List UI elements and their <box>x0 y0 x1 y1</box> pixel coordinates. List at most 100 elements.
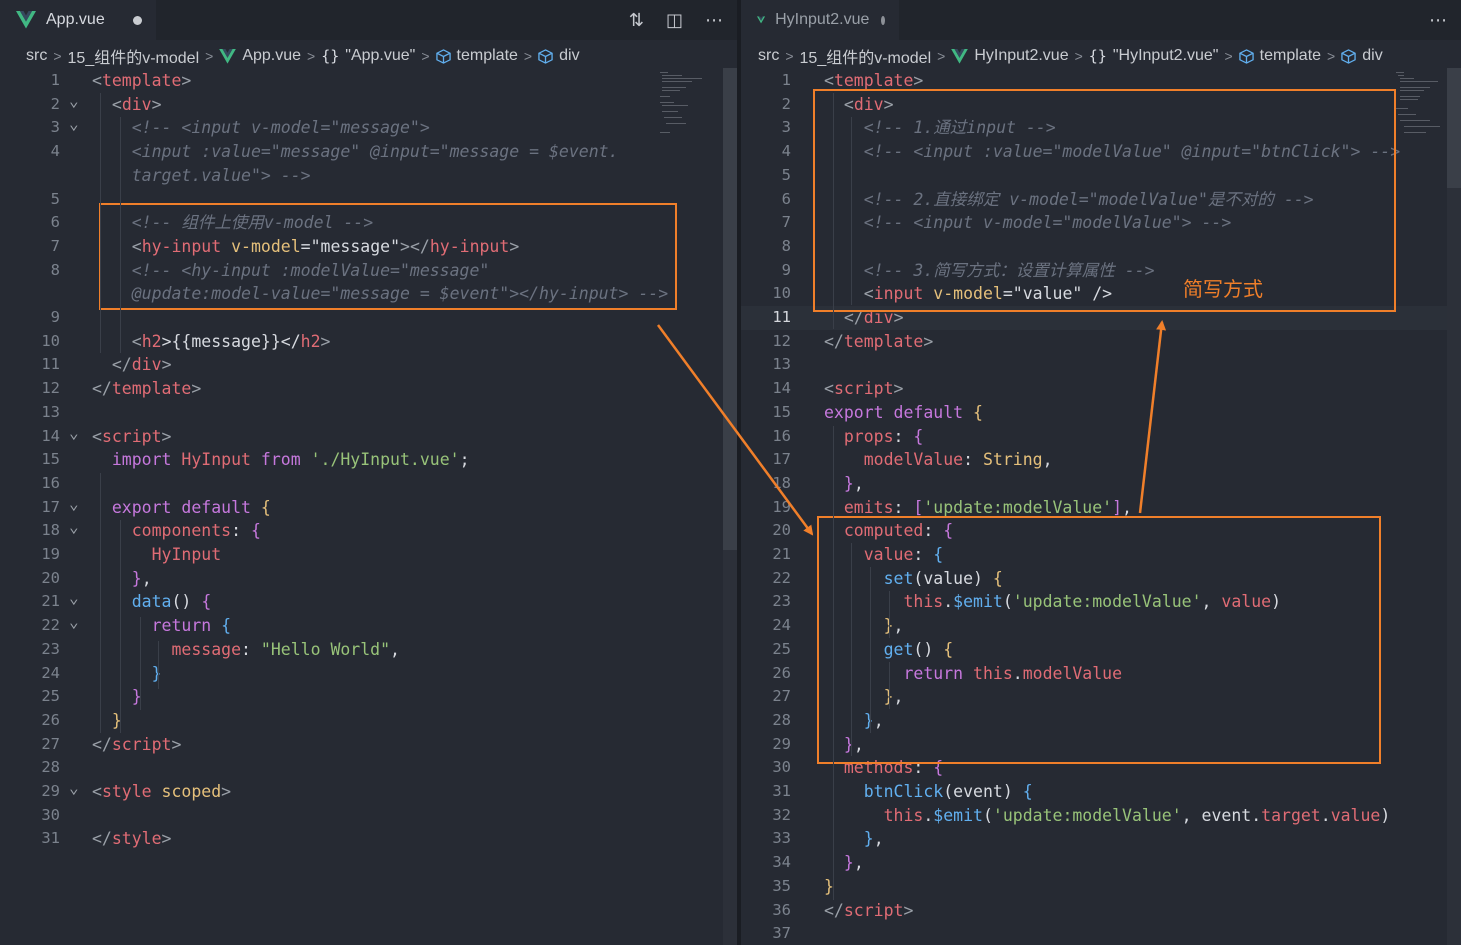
code-token <box>92 498 112 517</box>
tab-hyinput2-vue[interactable]: HyInput2.vue <box>741 0 899 40</box>
breadcrumb-item[interactable]: div <box>559 47 579 65</box>
fold-chevron-icon[interactable]: ⌄ <box>69 586 79 610</box>
indent-guide <box>851 543 852 756</box>
code-line[interactable]: 15export default { <box>741 401 1461 425</box>
code-line[interactable]: 4 <input :value="message" @input="messag… <box>0 140 737 164</box>
chevron-right-icon: > <box>1075 48 1083 64</box>
code-line[interactable]: 2⌄ <div> <box>0 93 737 117</box>
breadcrumb-item[interactable]: HyInput2.vue <box>974 47 1068 65</box>
code-line[interactable]: 20 }, <box>0 567 737 591</box>
code-line[interactable]: 28 <box>0 756 737 780</box>
code-token: </ <box>92 735 112 754</box>
breadcrumb: src> 15_组件的v-model> HyInput2.vue> {} "Hy… <box>741 44 1461 68</box>
unsaved-dot-icon[interactable] <box>881 16 885 25</box>
breadcrumb-item[interactable]: src <box>26 47 47 65</box>
code-line[interactable]: target.value"> --> <box>0 164 737 188</box>
code-line[interactable]: 32 this.$emit('update:modelValue', event… <box>741 804 1461 828</box>
more-actions-icon[interactable]: ⋯ <box>1429 10 1447 31</box>
code-line[interactable]: 35} <box>741 875 1461 899</box>
code-line[interactable]: 1<template> <box>0 69 737 93</box>
code-line[interactable]: 22⌄ return { <box>0 614 737 638</box>
code-line[interactable]: 19 HyInput <box>0 543 737 567</box>
code-line[interactable]: 18 }, <box>741 472 1461 496</box>
indent-guide <box>100 93 101 353</box>
code-line[interactable]: 34 }, <box>741 851 1461 875</box>
breadcrumb-item[interactable]: 15_组件的v-model <box>68 44 200 68</box>
fold-chevron-icon[interactable]: ⌄ <box>69 89 79 113</box>
code-line[interactable]: 24 } <box>0 662 737 686</box>
fold-chevron-icon[interactable]: ⌄ <box>69 492 79 516</box>
compare-changes-icon[interactable]: ⇅ <box>629 10 644 31</box>
code-line[interactable]: 33 }, <box>741 827 1461 851</box>
code-line[interactable]: 16 props: { <box>741 425 1461 449</box>
code-line[interactable]: 12</template> <box>0 377 737 401</box>
code-token: div <box>122 95 152 114</box>
breadcrumb-item[interactable]: "HyInput2.vue" <box>1113 47 1219 65</box>
scroll-thumb[interactable] <box>723 68 737 550</box>
code-line[interactable]: 30 <box>0 804 737 828</box>
fold-chevron-icon[interactable]: ⌄ <box>69 776 79 800</box>
fold-chevron-icon[interactable]: ⌄ <box>69 610 79 634</box>
more-actions-icon[interactable]: ⋯ <box>705 10 723 31</box>
breadcrumb-item[interactable]: template <box>1260 47 1321 65</box>
code-token: > <box>221 782 231 801</box>
line-number: 2 <box>0 93 60 117</box>
code-line[interactable]: 17⌄ export default { <box>0 496 737 520</box>
code-token: </ <box>824 901 844 920</box>
vertical-scrollbar[interactable] <box>723 68 737 945</box>
breadcrumb-item[interactable]: src <box>758 47 779 65</box>
cube-icon <box>538 49 553 64</box>
breadcrumb-item[interactable]: template <box>457 47 518 65</box>
line-number: 18 <box>0 519 60 543</box>
code-token: modelValue <box>864 450 963 469</box>
tab-app-vue[interactable]: App.vue <box>0 0 156 40</box>
code-line[interactable]: 27</script> <box>0 733 737 757</box>
scroll-thumb[interactable] <box>1447 68 1461 188</box>
breadcrumb-item[interactable]: App.vue <box>242 47 301 65</box>
fold-chevron-icon[interactable]: ⌄ <box>69 421 79 445</box>
breadcrumb-item[interactable]: "App.vue" <box>345 47 415 65</box>
code-line[interactable]: 15 import HyInput from './HyInput.vue'; <box>0 448 737 472</box>
code-token: components <box>132 521 231 540</box>
code-line[interactable]: 31</style> <box>0 827 737 851</box>
code-line[interactable]: 21⌄ data() { <box>0 590 737 614</box>
unsaved-dot-icon[interactable] <box>133 16 142 25</box>
code-token: </ <box>92 379 112 398</box>
breadcrumb-item[interactable]: 15_组件的v-model <box>800 44 932 68</box>
code-line[interactable]: 26 } <box>0 709 737 733</box>
code-token: script <box>102 427 162 446</box>
code-line[interactable]: 13 <box>741 353 1461 377</box>
code-line[interactable]: 31 btnClick(event) { <box>741 780 1461 804</box>
code-text: props: { <box>824 425 923 449</box>
line-number: 6 <box>741 188 791 212</box>
code-line[interactable]: 12</template> <box>741 330 1461 354</box>
breadcrumb-item[interactable]: div <box>1362 47 1382 65</box>
code-line[interactable]: 25 } <box>0 685 737 709</box>
code-line[interactable]: 36</script> <box>741 899 1461 923</box>
line-number: 5 <box>0 188 60 212</box>
code-line[interactable]: 10 <h2>{{message}}</h2> <box>0 330 737 354</box>
code-line[interactable]: 37 <box>741 922 1461 945</box>
code-line[interactable]: 23 message: "Hello World", <box>0 638 737 662</box>
code-line[interactable]: 16 <box>0 472 737 496</box>
code-line[interactable]: 14<script> <box>741 377 1461 401</box>
code-line[interactable]: 14⌄<script> <box>0 425 737 449</box>
code-token: [ <box>913 498 923 517</box>
code-line[interactable]: 17 modelValue: String, <box>741 448 1461 472</box>
fold-chevron-icon[interactable]: ⌄ <box>69 515 79 539</box>
code-line[interactable]: 13 <box>0 401 737 425</box>
cube-icon <box>1341 49 1356 64</box>
minimap[interactable] <box>660 70 720 140</box>
code-token: } <box>152 664 162 683</box>
code-line[interactable]: 29⌄<style scoped> <box>0 780 737 804</box>
code-token: < <box>824 379 834 398</box>
code-text: HyInput <box>92 543 221 567</box>
line-number: 19 <box>741 496 791 520</box>
code-line[interactable]: 11 </div> <box>0 353 737 377</box>
code-line[interactable]: 18⌄ components: { <box>0 519 737 543</box>
code-text: }, <box>824 472 864 496</box>
split-editor-icon[interactable]: ◫ <box>666 10 683 31</box>
vertical-scrollbar[interactable] <box>1447 68 1461 945</box>
code-line[interactable]: 3⌄ <!-- <input v-model="message"> <box>0 116 737 140</box>
fold-chevron-icon[interactable]: ⌄ <box>69 112 79 136</box>
